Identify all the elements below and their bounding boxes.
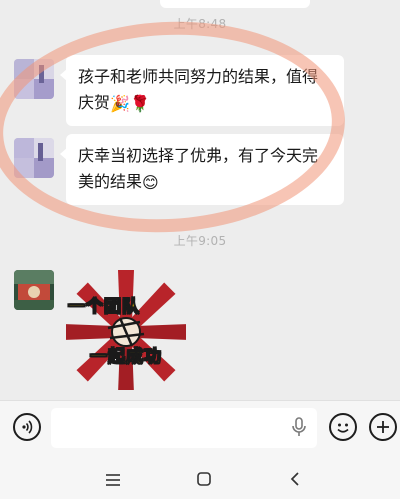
avatar[interactable] (14, 59, 54, 99)
timestamp: 上午9:05 (173, 234, 227, 248)
message-bubble[interactable]: 庆幸当初选择了优弗，有了今天完美的结果😊 (60, 134, 344, 205)
hand-drawn-highlight-circle (0, 12, 351, 242)
message-text: 庆幸当初选择了优弗，有了今天完美的结果 (78, 146, 319, 191)
back-icon[interactable] (288, 470, 302, 488)
starburst-hands-icon (64, 270, 188, 394)
smiling-face-emoji: 😊 (142, 172, 159, 192)
sticker-caption-line1: 一个团队 (68, 297, 140, 318)
microphone-icon[interactable] (290, 417, 308, 439)
sticker-caption-line2: 一起成功 (90, 347, 162, 368)
message-input[interactable] (51, 408, 317, 448)
party-popper-rose-emoji: 🎉🌹 (110, 93, 150, 113)
system-navigation-bar (0, 454, 400, 499)
menu-icon[interactable] (104, 472, 122, 486)
avatar[interactable] (14, 138, 54, 178)
emoji-icon[interactable] (329, 413, 357, 441)
plus-icon[interactable] (369, 413, 397, 441)
timestamp: 上午8:48 (173, 17, 227, 31)
avatar[interactable] (14, 270, 54, 310)
message-input-bar (0, 400, 400, 454)
team-sticker[interactable]: 一个团队 一起成功 (64, 270, 188, 394)
chat-area: 上午8:48 孩子和老师共同努力的结果，值得庆贺🎉🌹 庆幸当初选择了优弗，有了今… (0, 0, 400, 400)
home-icon[interactable] (196, 471, 212, 487)
voice-mode-icon[interactable] (13, 413, 41, 441)
message-bubble[interactable]: 孩子和老师共同努力的结果，值得庆贺🎉🌹 (60, 55, 344, 126)
previous-message-bubble[interactable] (160, 0, 310, 8)
